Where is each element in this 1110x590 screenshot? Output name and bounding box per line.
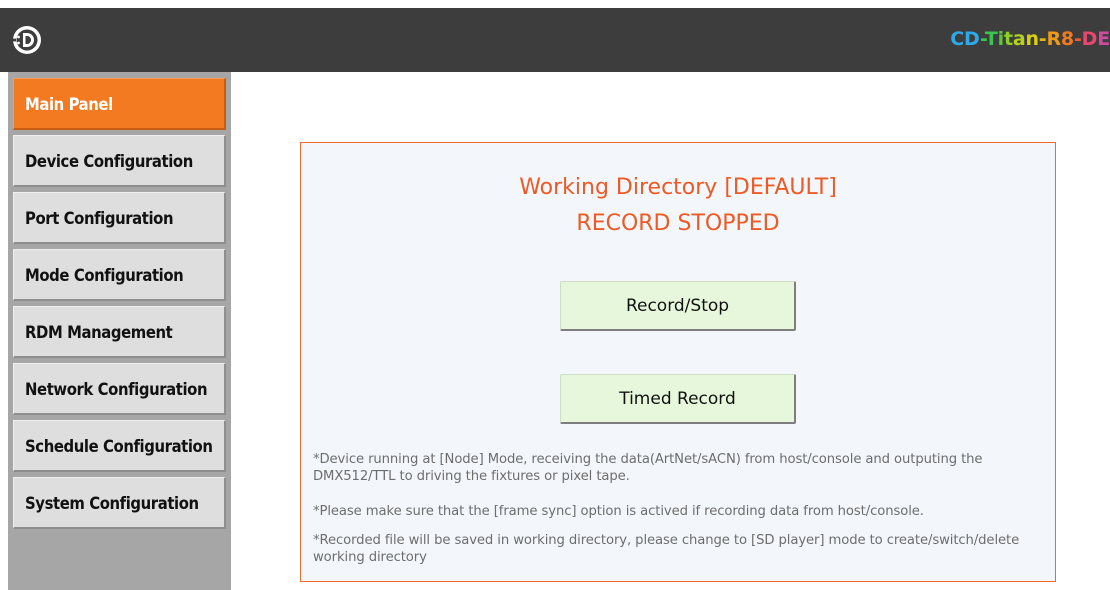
sidebar: Main Panel Device Configuration Port Con…	[8, 72, 231, 590]
device-name-part: E	[1097, 28, 1110, 50]
sidebar-item-network-configuration[interactable]: Network Configuration	[13, 363, 226, 415]
timed-record-button[interactable]: Timed Record	[560, 374, 796, 424]
working-directory-status: Working Directory [DEFAULT]	[519, 175, 837, 200]
note-frame-sync: *Please make sure that the [frame sync] …	[313, 504, 924, 519]
device-name-part: t	[1003, 28, 1013, 50]
device-name: CD-Titan-R8-DE	[950, 28, 1110, 52]
sidebar-item-port-configuration[interactable]: Port Configuration	[13, 192, 226, 244]
device-name-part: CD	[950, 28, 980, 50]
main-panel: Working Directory [DEFAULT] RECORD STOPP…	[300, 142, 1056, 582]
sidebar-item-mode-configuration[interactable]: Mode Configuration	[13, 249, 226, 301]
device-name-part: D	[1081, 28, 1098, 50]
record-status: RECORD STOPPED	[576, 211, 780, 236]
sidebar-item-main-panel[interactable]: Main Panel	[13, 78, 226, 130]
sidebar-item-rdm-management[interactable]: RDM Management	[13, 306, 226, 358]
note-working-directory: *Recorded file will be saved in working …	[313, 533, 1020, 565]
record-stop-button[interactable]: Record/Stop	[560, 281, 796, 331]
sidebar-item-system-configuration[interactable]: System Configuration	[13, 477, 226, 529]
device-name-part: n	[1025, 28, 1039, 50]
device-name-part: -	[1073, 28, 1082, 50]
sidebar-item-device-configuration[interactable]: Device Configuration	[13, 135, 226, 187]
device-name-part: T	[984, 28, 998, 50]
top-bar: CD-Titan-R8-DE	[0, 8, 1110, 72]
sidebar-item-schedule-configuration[interactable]: Schedule Configuration	[13, 420, 226, 472]
device-name-part: a	[1012, 28, 1026, 50]
cd-logo-icon[interactable]	[12, 25, 42, 55]
device-name-part: 8	[1060, 28, 1074, 50]
device-name-part: R	[1046, 28, 1061, 50]
note-node-mode: *Device running at [Node] Mode, receivin…	[313, 452, 983, 484]
